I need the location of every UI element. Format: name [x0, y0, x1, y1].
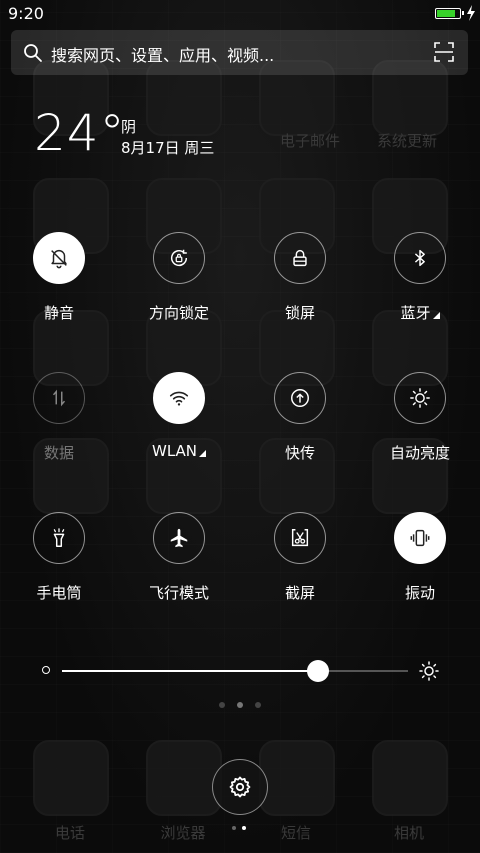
toggle-circle[interactable] — [33, 512, 85, 564]
page-dot — [219, 702, 225, 708]
toggle-circle[interactable] — [274, 372, 326, 424]
toggle-vibrate[interactable]: 振动 — [366, 512, 476, 612]
brightness-low-icon — [42, 666, 50, 674]
toggle-screenshot[interactable]: 截屏 — [246, 512, 356, 612]
toggle-circle[interactable] — [394, 232, 446, 284]
status-bar: 9:20 — [0, 0, 480, 28]
airplane-icon — [170, 528, 188, 548]
toggle-label-text: WLAN — [151, 442, 197, 460]
search-input[interactable]: 搜索网页、设置、应用、视频... — [51, 42, 274, 66]
toggle-label: WLAN — [125, 442, 233, 460]
settings-button[interactable] — [212, 759, 268, 815]
brightness-slider[interactable] — [62, 660, 408, 682]
toggle-label: 振动 — [404, 584, 435, 602]
toggle-circle[interactable] — [274, 232, 326, 284]
wifi-icon — [169, 391, 189, 406]
toggle-lock-screen[interactable]: 锁屏 — [246, 232, 356, 332]
toggle-label: 快传 — [284, 444, 315, 462]
toggle-label-text: 蓝牙 — [400, 304, 431, 322]
toggle-rotation-lock[interactable]: 方向锁定 — [125, 232, 235, 332]
brightness-slider-thumb[interactable] — [307, 660, 330, 682]
toggle-label: 手电筒 — [36, 584, 82, 602]
toggle-flashlight[interactable]: 手电筒 — [5, 512, 115, 612]
auto-brightness-icon — [410, 388, 430, 408]
toggle-airplane-mode[interactable]: 飞行模式 — [125, 512, 235, 612]
home-page-indicator — [232, 826, 248, 832]
more-options-indicator — [199, 450, 206, 457]
toggle-bluetooth[interactable]: 蓝牙 — [366, 232, 476, 332]
page-indicator — [0, 702, 480, 710]
dock-app-label: 相机 — [393, 824, 424, 842]
home-app-label: 电子邮件 — [279, 132, 340, 150]
toggle-label: 飞行模式 — [148, 584, 209, 602]
flashlight-icon — [53, 528, 65, 547]
toggle-label: 截屏 — [284, 584, 315, 602]
dock-app-label: 浏览器 — [160, 824, 206, 842]
toggle-circle[interactable] — [153, 232, 205, 284]
brightness-slider-fill — [62, 670, 319, 672]
toggle-mobile-data[interactable]: 数据 — [5, 372, 115, 472]
toggle-label: 蓝牙 — [366, 302, 474, 323]
page-dot — [255, 702, 261, 708]
battery-level — [437, 10, 455, 17]
bell-off-icon — [51, 250, 67, 269]
battery-icon — [435, 8, 464, 19]
toggle-circle[interactable] — [394, 372, 446, 424]
toggle-circle[interactable] — [33, 372, 85, 424]
home-page-dot-active — [242, 826, 246, 830]
mobile-data-icon — [52, 389, 66, 407]
search-bar[interactable]: 搜索网页、设置、应用、视频... — [11, 30, 468, 75]
search-icon — [24, 44, 42, 62]
toggle-circle[interactable] — [153, 372, 205, 424]
toggle-circle[interactable] — [33, 232, 85, 284]
more-options-indicator — [432, 312, 440, 319]
battery-tip — [462, 11, 464, 15]
brightness-high-icon — [419, 661, 439, 681]
toggle-circle[interactable] — [153, 512, 205, 564]
lock-icon — [293, 249, 307, 267]
toggle-label: 自动亮度 — [389, 444, 450, 462]
scan-icon[interactable] — [434, 42, 454, 62]
dock-app-icon — [146, 740, 222, 816]
toggle-quick-transfer[interactable]: 快传 — [246, 372, 356, 472]
date: 8月17日 周三 — [121, 139, 215, 157]
toggle-silent[interactable]: 静音 — [5, 232, 115, 332]
rotation-lock-icon — [171, 249, 188, 267]
dock-app-icon — [372, 740, 448, 816]
bluetooth-icon — [414, 249, 425, 267]
dock-app-icon — [259, 740, 335, 816]
weather-condition: 阴 — [121, 118, 137, 136]
toggle-wlan[interactable]: WLAN — [125, 372, 235, 472]
dock-app-label: 电话 — [54, 824, 85, 842]
clock: 9:20 — [8, 4, 44, 23]
dock-app-icon — [33, 740, 109, 816]
toggle-label: 锁屏 — [284, 304, 315, 322]
transfer-icon — [291, 389, 309, 407]
toggle-circle[interactable] — [274, 512, 326, 564]
charging-icon — [467, 5, 475, 21]
dock-app-label: 短信 — [280, 824, 311, 842]
toggle-label: 静音 — [43, 304, 74, 322]
gear-icon — [229, 776, 251, 798]
toggle-label: 方向锁定 — [148, 304, 209, 322]
home-app-label: 系统更新 — [376, 132, 437, 150]
toggle-auto-brightness[interactable]: 自动亮度 — [366, 372, 476, 472]
toggle-label: 数据 — [43, 444, 74, 462]
page-dot — [237, 702, 243, 708]
screenshot-icon — [291, 529, 309, 547]
home-page-dot — [232, 826, 236, 830]
vibrate-icon — [410, 529, 430, 547]
toggle-circle[interactable] — [394, 512, 446, 564]
temperature: 24° — [34, 104, 126, 162]
